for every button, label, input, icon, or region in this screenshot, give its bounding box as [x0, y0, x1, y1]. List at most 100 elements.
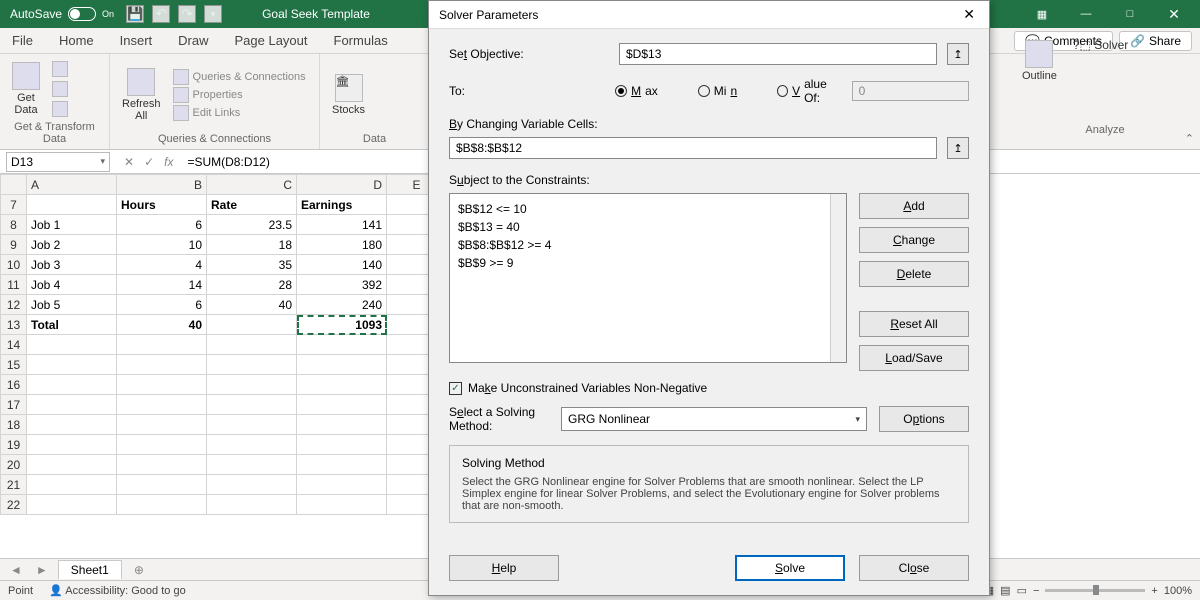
- cell[interactable]: Job 2: [27, 235, 117, 255]
- from-web-icon[interactable]: [52, 81, 68, 97]
- sheet-prev-icon[interactable]: ◄: [6, 563, 26, 577]
- valueof-radio[interactable]: Value Of:: [777, 77, 841, 105]
- properties-button[interactable]: Properties: [173, 87, 306, 103]
- cell[interactable]: [27, 335, 117, 355]
- cell[interactable]: 6: [117, 295, 207, 315]
- cell[interactable]: [297, 355, 387, 375]
- cell[interactable]: Earnings: [297, 195, 387, 215]
- row-header-10[interactable]: 10: [1, 255, 27, 275]
- cell[interactable]: 23.5: [207, 215, 297, 235]
- sheet-next-icon[interactable]: ►: [32, 563, 52, 577]
- cell[interactable]: Rate: [207, 195, 297, 215]
- change-constraint-button[interactable]: Change: [859, 227, 969, 253]
- cell[interactable]: [117, 395, 207, 415]
- cell[interactable]: [117, 355, 207, 375]
- delete-constraint-button[interactable]: Delete: [859, 261, 969, 287]
- cell[interactable]: [27, 395, 117, 415]
- cell[interactable]: [297, 455, 387, 475]
- refresh-all-button[interactable]: Refresh All: [118, 66, 165, 124]
- cell[interactable]: [297, 395, 387, 415]
- get-data-button[interactable]: Get Data: [8, 60, 44, 118]
- cell[interactable]: 40: [207, 295, 297, 315]
- close-window-icon[interactable]: ✕: [1152, 0, 1196, 28]
- add-sheet-icon[interactable]: ⊕: [128, 563, 150, 577]
- accessibility-status[interactable]: 👤 Accessibility: Good to go: [49, 584, 186, 597]
- cell[interactable]: [117, 495, 207, 515]
- cell[interactable]: [207, 455, 297, 475]
- cell[interactable]: Total: [27, 315, 117, 335]
- cell[interactable]: 28: [207, 275, 297, 295]
- row-header-7[interactable]: 7: [1, 195, 27, 215]
- cell[interactable]: [117, 335, 207, 355]
- load-save-button[interactable]: Load/Save: [859, 345, 969, 371]
- row-header-22[interactable]: 22: [1, 495, 27, 515]
- help-button[interactable]: Help: [449, 555, 559, 581]
- row-header-14[interactable]: 14: [1, 335, 27, 355]
- row-header-13[interactable]: 13: [1, 315, 27, 335]
- range-picker-icon[interactable]: ↥: [947, 137, 969, 159]
- cell[interactable]: [27, 355, 117, 375]
- from-text-icon[interactable]: [52, 61, 68, 77]
- cell[interactable]: [27, 495, 117, 515]
- close-dialog-icon[interactable]: ✕: [959, 6, 979, 23]
- cell[interactable]: 14: [117, 275, 207, 295]
- cell[interactable]: 10: [117, 235, 207, 255]
- row-header-8[interactable]: 8: [1, 215, 27, 235]
- row-header-15[interactable]: 15: [1, 355, 27, 375]
- cell[interactable]: Job 4: [27, 275, 117, 295]
- col-header-D[interactable]: D: [297, 175, 387, 195]
- cell[interactable]: [297, 375, 387, 395]
- view-page-icon[interactable]: ▤: [1000, 584, 1010, 597]
- cell[interactable]: Job 5: [27, 295, 117, 315]
- cancel-formula-icon[interactable]: ✕: [124, 155, 134, 169]
- save-icon[interactable]: 💾: [126, 5, 144, 23]
- cell[interactable]: [207, 435, 297, 455]
- max-radio[interactable]: Max: [615, 84, 658, 98]
- cell[interactable]: Job 3: [27, 255, 117, 275]
- sheet-tab-1[interactable]: Sheet1: [58, 560, 122, 579]
- col-header-B[interactable]: B: [117, 175, 207, 195]
- options-button[interactable]: Options: [879, 406, 969, 432]
- cell[interactable]: [117, 455, 207, 475]
- cell[interactable]: 18: [207, 235, 297, 255]
- cell[interactable]: 140: [297, 255, 387, 275]
- col-header-C[interactable]: C: [207, 175, 297, 195]
- constraint-item[interactable]: $B$13 = 40: [458, 218, 838, 236]
- cell[interactable]: [207, 415, 297, 435]
- constraint-item[interactable]: $B$9 >= 9: [458, 254, 838, 272]
- min-radio[interactable]: Min: [698, 84, 737, 98]
- cell[interactable]: 4: [117, 255, 207, 275]
- set-objective-input[interactable]: $D$13: [619, 43, 937, 65]
- method-select[interactable]: GRG Nonlinear▾: [561, 407, 867, 431]
- redo-icon[interactable]: ↷: [178, 5, 196, 23]
- view-break-icon[interactable]: ▭: [1017, 584, 1027, 597]
- cell[interactable]: [207, 395, 297, 415]
- maximize-icon[interactable]: □: [1108, 0, 1152, 28]
- cell[interactable]: [207, 495, 297, 515]
- cell[interactable]: [207, 475, 297, 495]
- cell[interactable]: 141: [297, 215, 387, 235]
- row-header-11[interactable]: 11: [1, 275, 27, 295]
- zoom-level[interactable]: 100%: [1164, 585, 1192, 597]
- queries-connections-button[interactable]: Queries & Connections: [173, 69, 306, 85]
- from-table-icon[interactable]: [52, 101, 68, 117]
- accept-formula-icon[interactable]: ✓: [144, 155, 154, 169]
- chevron-down-icon[interactable]: ▾: [100, 156, 105, 167]
- cell[interactable]: [207, 375, 297, 395]
- cell[interactable]: [207, 355, 297, 375]
- qat-dropdown-icon[interactable]: ▾: [204, 5, 222, 23]
- row-header-20[interactable]: 20: [1, 455, 27, 475]
- cell[interactable]: [207, 315, 297, 335]
- col-header-A[interactable]: A: [27, 175, 117, 195]
- cell[interactable]: [27, 475, 117, 495]
- autosave-toggle[interactable]: [68, 7, 96, 21]
- cell[interactable]: 180: [297, 235, 387, 255]
- reset-all-button[interactable]: Reset All: [859, 311, 969, 337]
- row-header-21[interactable]: 21: [1, 475, 27, 495]
- by-changing-input[interactable]: $B$8:$B$12: [449, 137, 937, 159]
- tab-formulas[interactable]: Formulas: [330, 29, 392, 52]
- minimize-icon[interactable]: —: [1064, 0, 1108, 28]
- cell[interactable]: 40: [117, 315, 207, 335]
- zoom-in-icon[interactable]: +: [1151, 585, 1157, 597]
- cell[interactable]: [27, 415, 117, 435]
